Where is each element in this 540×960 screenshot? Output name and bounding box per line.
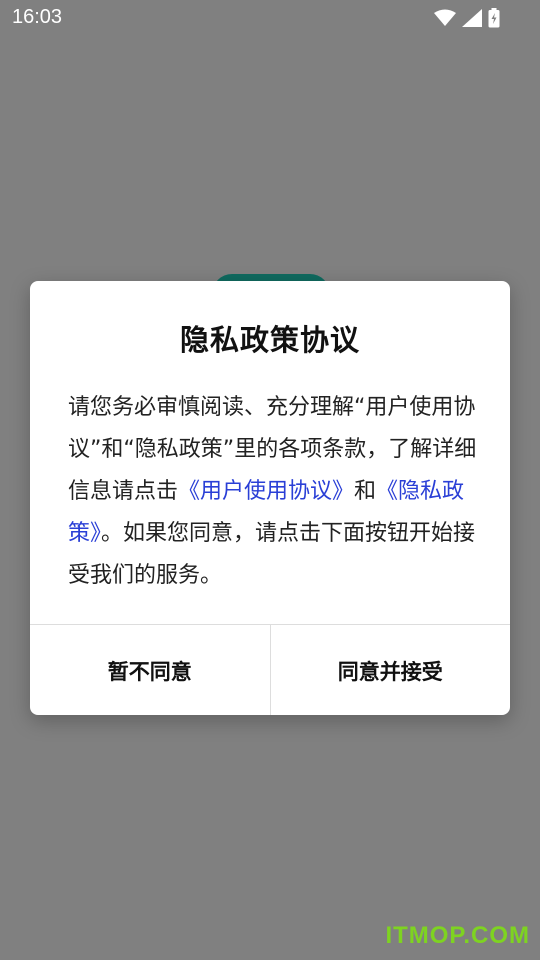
wifi-icon [434, 9, 456, 27]
dialog-title: 隐私政策协议 [179, 323, 360, 357]
dialog-body: 请您务必审慎阅读、充分理解“用户使用协议”和“隐私政策”里的各项条款，了解详细信… [68, 387, 480, 597]
decline-button[interactable]: 暂不同意 [30, 625, 270, 715]
cellular-signal-icon [462, 9, 482, 27]
battery-charging-icon [488, 8, 500, 28]
status-bar: 16:03 [0, 0, 540, 36]
dialog-button-row: 暂不同意 同意并接受 [30, 624, 510, 715]
body-text-outro: 。如果您同意，请点击下面按钮开始接受我们的服务。 [68, 521, 476, 588]
screen: 16:03 隐私政策协议 请您务必审慎阅读、充分理解“用户使用协议”和“隐私政策… [0, 0, 540, 960]
privacy-dialog: 隐私政策协议 请您务必审慎阅读、充分理解“用户使用协议”和“隐私政策”里的各项条… [30, 281, 510, 715]
user-agreement-link[interactable]: 《用户使用协议》 [178, 479, 354, 504]
status-time: 16:03 [12, 6, 63, 28]
body-text-and: 和 [354, 479, 377, 504]
accept-button[interactable]: 同意并接受 [271, 625, 511, 715]
watermark: ITMOP.COM [385, 922, 530, 949]
status-icons [434, 7, 500, 29]
